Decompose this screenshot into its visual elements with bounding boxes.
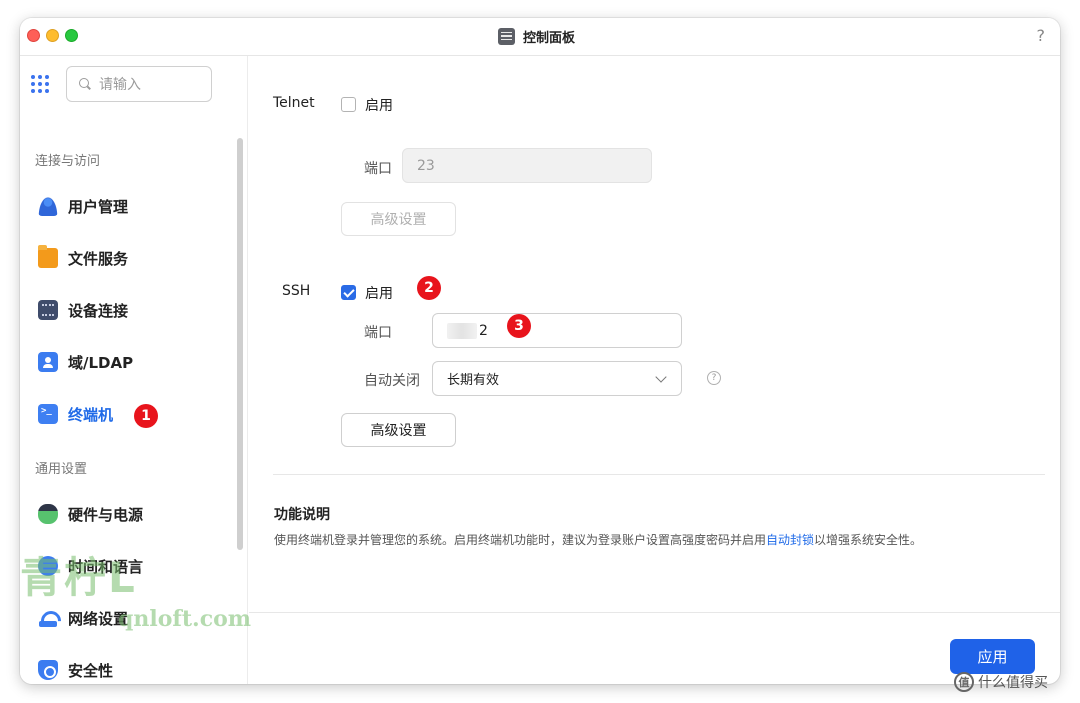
zoom-window-button[interactable]	[65, 29, 78, 42]
ssh-enable-checkbox[interactable]	[341, 285, 356, 300]
sidebar-group-connection: 连接与访问	[35, 154, 101, 169]
telnet-port-input[interactable]: 23	[402, 148, 652, 183]
sidebar-item-network[interactable]: 网络设置	[38, 605, 128, 631]
sidebar-item-hardware-power[interactable]: 硬件与电源	[38, 501, 143, 527]
ssh-port-value: 2	[479, 322, 488, 339]
shield-icon	[38, 660, 58, 680]
telnet-port-value: 23	[417, 157, 435, 174]
search-placeholder: 请输入	[99, 77, 141, 93]
annotation-badge-3: 3	[507, 314, 531, 338]
sidebar-item-terminal[interactable]: 终端机	[38, 401, 113, 427]
watermark-logo-cn: 青柠L	[20, 553, 137, 602]
user-icon	[38, 196, 58, 216]
window-title-text: 控制面板	[523, 30, 576, 46]
chevron-down-icon	[655, 371, 667, 383]
device-icon	[38, 300, 58, 320]
ssh-label: SSH	[282, 283, 311, 299]
help-button[interactable]: ?	[1037, 26, 1046, 45]
sidebar-item-label: 硬件与电源	[68, 505, 144, 524]
site-watermark: 值 什么值得买	[954, 672, 1048, 692]
ssh-enable-label[interactable]: 启用	[365, 283, 393, 303]
feature-description-title: 功能说明	[274, 507, 330, 523]
telnet-port-label: 端口	[364, 161, 392, 177]
description-text-before: 使用终端机登录并管理您的系统。启用终端机功能时，建议为登录账户设置高强度密码并启…	[274, 533, 767, 547]
section-divider	[273, 474, 1045, 475]
telnet-enable-checkbox[interactable]	[341, 97, 356, 112]
masked-port-digits	[447, 322, 477, 339]
sidebar-item-file-services[interactable]: 文件服务	[38, 245, 128, 271]
telnet-enable-label[interactable]: 启用	[365, 95, 393, 115]
sidebar-item-ldap[interactable]: 域/LDAP	[38, 349, 133, 375]
sidebar-item-user-management[interactable]: 用户管理	[38, 193, 128, 219]
sidebar-group-general: 通用设置	[35, 462, 88, 477]
close-window-button[interactable]	[27, 29, 40, 42]
control-panel-icon	[498, 27, 515, 45]
minimize-window-button[interactable]	[46, 29, 59, 42]
ssh-port-input[interactable]: 2	[432, 313, 682, 348]
apply-button[interactable]: 应用	[950, 639, 1035, 674]
search-input[interactable]: 请输入	[66, 66, 212, 102]
window-title: 控制面板	[498, 26, 575, 46]
terminal-icon	[38, 404, 58, 424]
sidebar-item-label: 用户管理	[68, 197, 129, 216]
ldap-icon	[38, 352, 58, 372]
network-icon	[38, 608, 58, 628]
folder-icon	[38, 245, 58, 268]
sidebar-item-label: 文件服务	[68, 249, 129, 268]
sidebar-scrollbar[interactable]	[237, 138, 243, 550]
watermark-logo-en: qnloft.com	[118, 606, 252, 632]
auto-close-value: 长期有效	[447, 373, 500, 388]
apps-grid-icon[interactable]	[31, 75, 49, 93]
telnet-advanced-settings-button[interactable]: 高级设置	[341, 202, 456, 236]
control-panel-window: 控制面板 ? 请输入 连接与访问 用户管理 文件服务 设备连接 域/LDAP >…	[20, 18, 1060, 684]
sidebar-item-label: 设备连接	[68, 301, 129, 320]
sidebar-item-label: 终端机	[68, 405, 114, 424]
hardware-icon	[38, 504, 58, 524]
telnet-label: Telnet	[273, 95, 315, 111]
auto-close-label: 自动关闭	[364, 373, 420, 389]
ssh-advanced-settings-button[interactable]: 高级设置	[341, 413, 456, 447]
sidebar-item-label: 安全性	[68, 661, 114, 680]
sidebar-item-security[interactable]: 安全性	[38, 657, 113, 683]
footer-divider	[249, 612, 1060, 613]
title-bar: 控制面板 ?	[20, 18, 1060, 56]
sidebar-item-label: 域/LDAP	[68, 353, 134, 372]
site-watermark-text: 什么值得买	[978, 675, 1048, 691]
description-text-after: 以增强系统安全性。	[814, 533, 923, 547]
auto-block-link[interactable]: 自动封锁	[766, 533, 814, 547]
auto-close-select[interactable]: 长期有效	[432, 361, 682, 396]
terminal-settings-panel: Telnet 启用 端口 23 高级设置 SSH 启用 2 端口 2 3 自动关…	[249, 56, 1060, 684]
sidebar-item-device-connection[interactable]: 设备连接	[38, 297, 128, 323]
search-icon	[79, 78, 91, 90]
annotation-badge-2: 2	[417, 276, 441, 300]
site-logo-icon: 值	[954, 672, 974, 692]
help-circle-icon[interactable]: ?	[707, 371, 721, 385]
ssh-port-label: 端口	[364, 325, 392, 341]
feature-description-text: 使用终端机登录并管理您的系统。启用终端机功能时，建议为登录账户设置高强度密码并启…	[274, 531, 922, 548]
annotation-badge-1: 1	[134, 404, 158, 428]
